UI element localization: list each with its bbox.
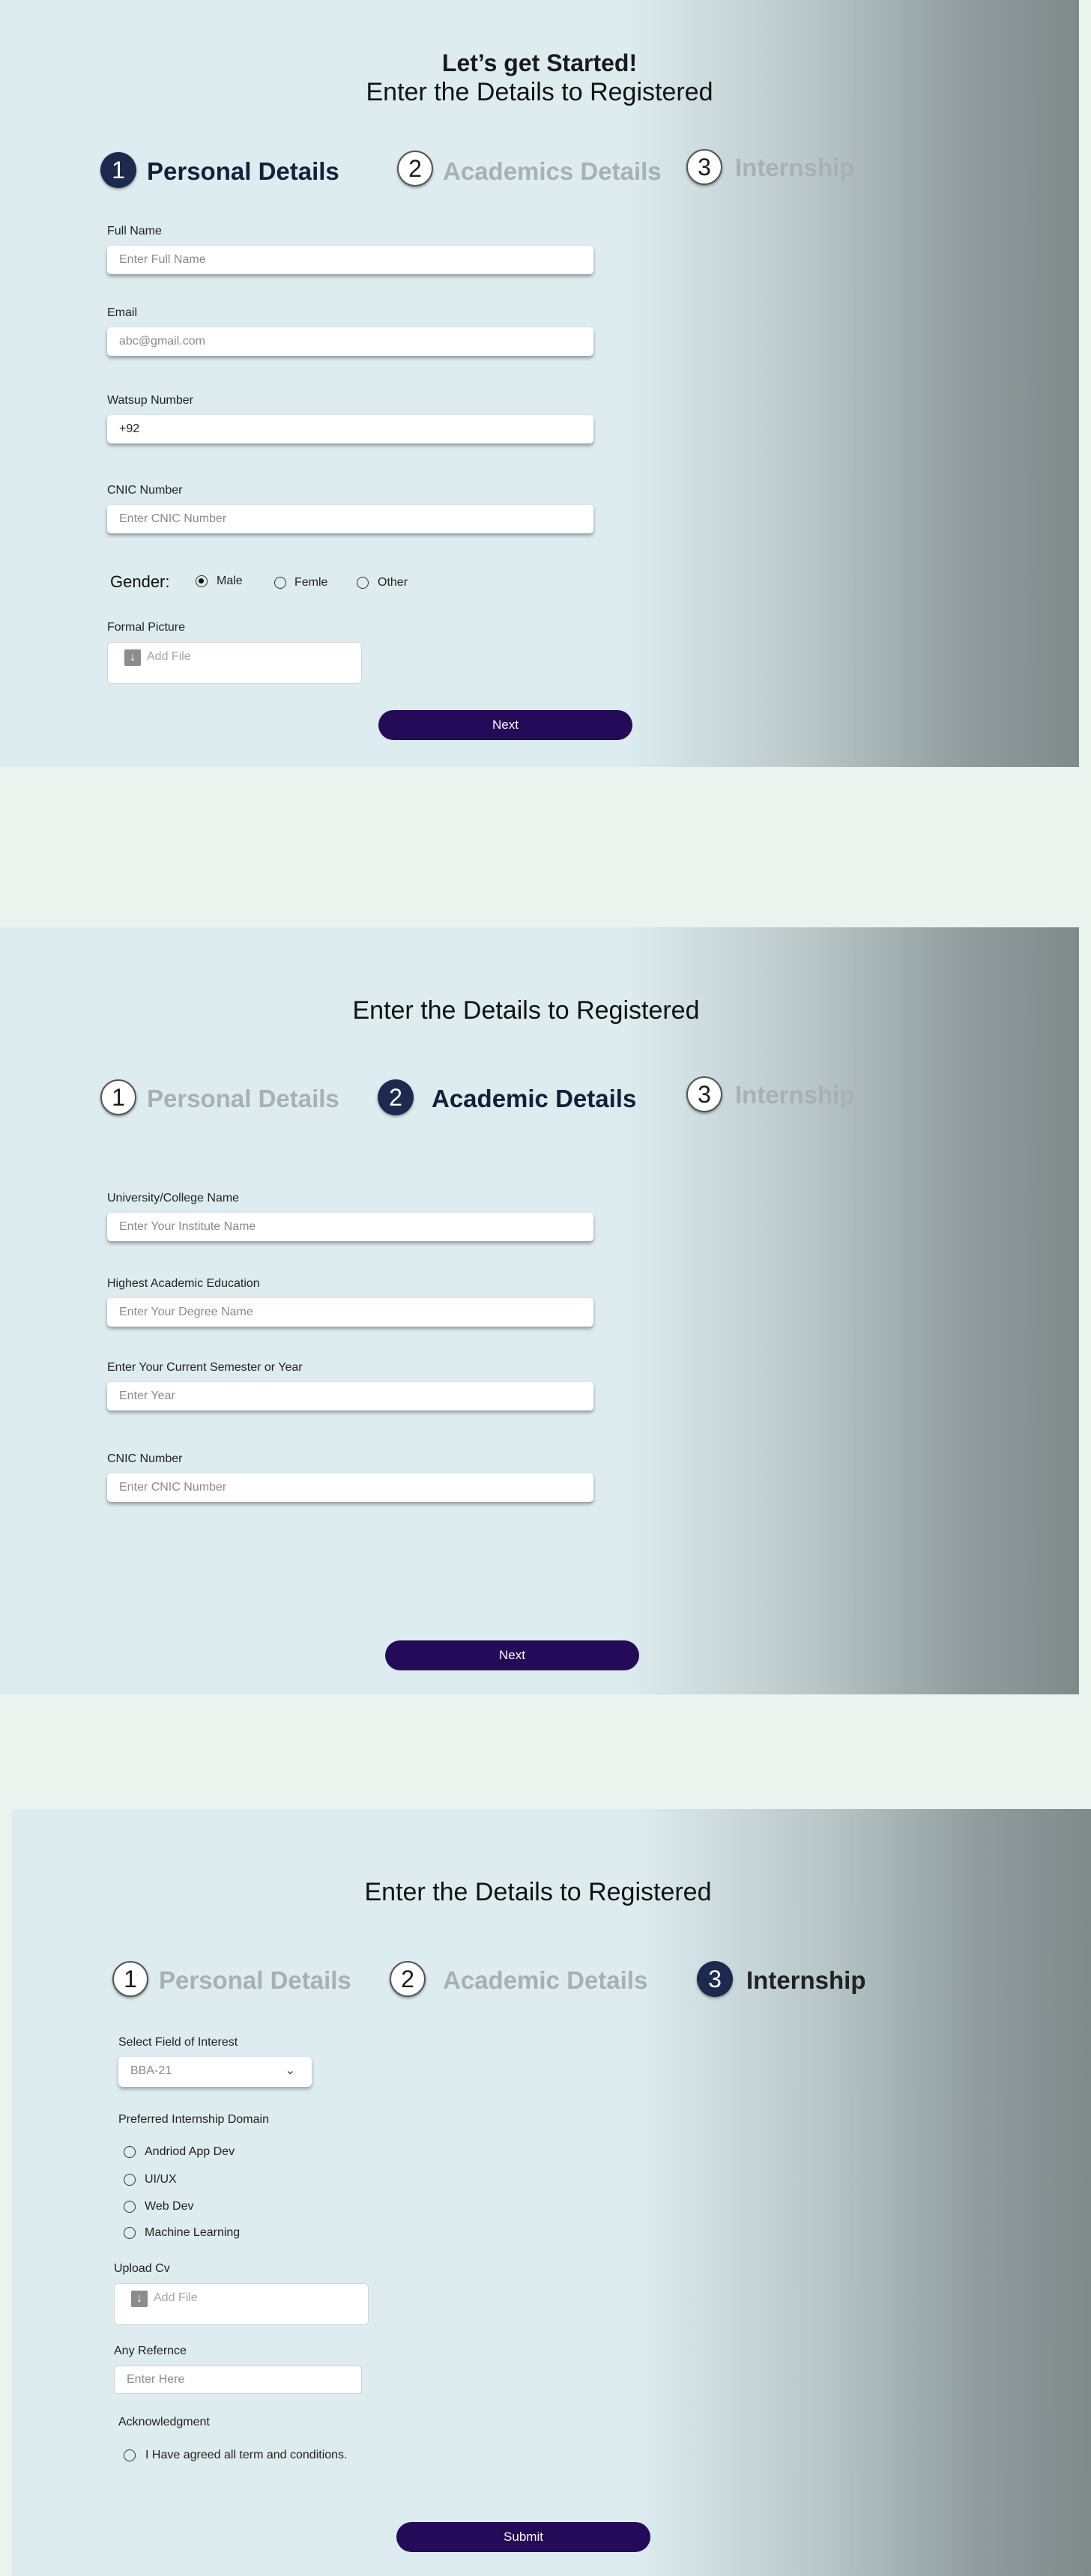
domain-label: Preferred Internship Domain xyxy=(118,2113,269,2126)
page-heading: Let’s get Started! xyxy=(441,49,638,76)
domain-ml-label[interactable]: Machine Learning xyxy=(145,2226,240,2240)
step-2-label[interactable]: Academic Details xyxy=(432,1085,636,1113)
acknowledgment-label: Acknowledgment xyxy=(118,2416,210,2428)
gender-female-label[interactable]: Femle xyxy=(294,576,327,590)
step-2-label[interactable]: Academic Details xyxy=(443,1966,647,1995)
institute-input[interactable] xyxy=(107,1213,593,1241)
formal-picture-label: Formal Picture xyxy=(107,621,186,634)
step-3-circle[interactable]: 3 xyxy=(686,149,722,185)
academic-details-panel: Enter the Details to Registered 1 Person… xyxy=(0,927,1079,1694)
domain-ml-radio[interactable] xyxy=(124,2227,136,2239)
domain-uiux-radio[interactable] xyxy=(124,2174,136,2186)
interest-label: Select Field of Interest xyxy=(118,2036,238,2049)
institute-label: University/College Name xyxy=(107,1192,240,1204)
cnic-input[interactable] xyxy=(107,505,593,533)
step-1-circle[interactable]: 1 xyxy=(100,1079,136,1115)
formal-picture-upload[interactable]: ↓ Add File xyxy=(107,642,362,684)
full-name-input[interactable] xyxy=(107,246,593,274)
download-icon: ↓ xyxy=(124,649,141,666)
gender-female-radio[interactable] xyxy=(274,577,286,589)
submit-button[interactable]: Submit xyxy=(396,2522,650,2552)
step-3-label[interactable]: Internship xyxy=(746,1966,866,1995)
reference-input[interactable] xyxy=(114,2366,362,2394)
gender-male-radio[interactable] xyxy=(196,575,208,587)
step-1-circle[interactable]: 1 xyxy=(112,1961,148,1997)
personal-details-panel: Let’s get Started! Enter the Details to … xyxy=(0,0,1079,767)
acknowledgment-radio[interactable] xyxy=(124,2449,136,2461)
step-1-label[interactable]: Personal Details xyxy=(159,1966,351,1995)
cv-label: Upload Cv xyxy=(114,2262,170,2275)
step-2-circle[interactable]: 2 xyxy=(378,1079,414,1115)
page-subheading: Enter the Details to Registered xyxy=(364,1878,712,1906)
full-name-label: Full Name xyxy=(107,225,162,237)
page-subheading: Enter the Details to Registered xyxy=(366,78,713,106)
education-input[interactable] xyxy=(107,1298,593,1327)
reference-label: Any Refernce xyxy=(114,2345,187,2357)
cnic-label: CNIC Number xyxy=(107,484,183,497)
step-3-label[interactable]: Internship xyxy=(735,1081,855,1109)
domain-webdev-label[interactable]: Web Dev xyxy=(145,2200,194,2213)
education-label: Highest Academic Education xyxy=(107,1277,260,1290)
whatsapp-label: Watsup Number xyxy=(107,394,193,407)
whatsapp-input[interactable] xyxy=(107,415,593,443)
next-button[interactable]: Next xyxy=(385,1640,639,1670)
cv-upload[interactable]: ↓ Add File xyxy=(114,2283,369,2325)
step-2-label[interactable]: Academics Details xyxy=(443,157,662,186)
internship-panel: Enter the Details to Registered 1 Person… xyxy=(12,1809,1091,2576)
step-2-circle[interactable]: 2 xyxy=(390,1961,426,1997)
step-3-circle[interactable]: 3 xyxy=(686,1076,722,1112)
download-icon: ↓ xyxy=(131,2291,148,2307)
semester-input[interactable] xyxy=(107,1382,593,1410)
email-input[interactable] xyxy=(107,327,593,356)
step-2-circle[interactable]: 2 xyxy=(397,151,433,187)
domain-android-radio[interactable] xyxy=(124,2146,136,2158)
gender-other-label[interactable]: Other xyxy=(378,576,408,590)
email-label: Email xyxy=(107,306,138,319)
next-button[interactable]: Next xyxy=(378,710,632,740)
gender-male-label[interactable]: Male xyxy=(217,575,243,588)
chevron-down-icon: ⌄ xyxy=(285,2064,295,2077)
step-1-circle[interactable]: 1 xyxy=(100,152,136,188)
domain-webdev-radio[interactable] xyxy=(124,2201,136,2213)
interest-select[interactable]: BBA-21 ⌄ xyxy=(118,2057,312,2087)
gender-other-radio[interactable] xyxy=(357,577,369,589)
step-3-circle[interactable]: 3 xyxy=(697,1961,733,1997)
cnic-input[interactable] xyxy=(107,1473,593,1502)
step-1-label[interactable]: Personal Details xyxy=(147,1085,339,1113)
interest-selected-value: BBA-21 xyxy=(130,2064,172,2077)
page-subheading: Enter the Details to Registered xyxy=(352,996,700,1025)
domain-uiux-label[interactable]: UI/UX xyxy=(145,2173,177,2186)
add-file-placeholder: Add File xyxy=(154,2291,198,2304)
domain-android-label[interactable]: Andriod App Dev xyxy=(145,2145,235,2159)
step-1-label[interactable]: Personal Details xyxy=(147,157,339,186)
step-3-label[interactable]: Internship xyxy=(735,154,855,182)
gender-label: Gender: xyxy=(110,572,170,591)
add-file-placeholder: Add File xyxy=(147,650,191,663)
cnic-label: CNIC Number xyxy=(107,1452,183,1465)
semester-label: Enter Your Current Semester or Year xyxy=(107,1361,303,1374)
acknowledgment-text[interactable]: I Have agreed all term and conditions. xyxy=(145,2449,347,2462)
